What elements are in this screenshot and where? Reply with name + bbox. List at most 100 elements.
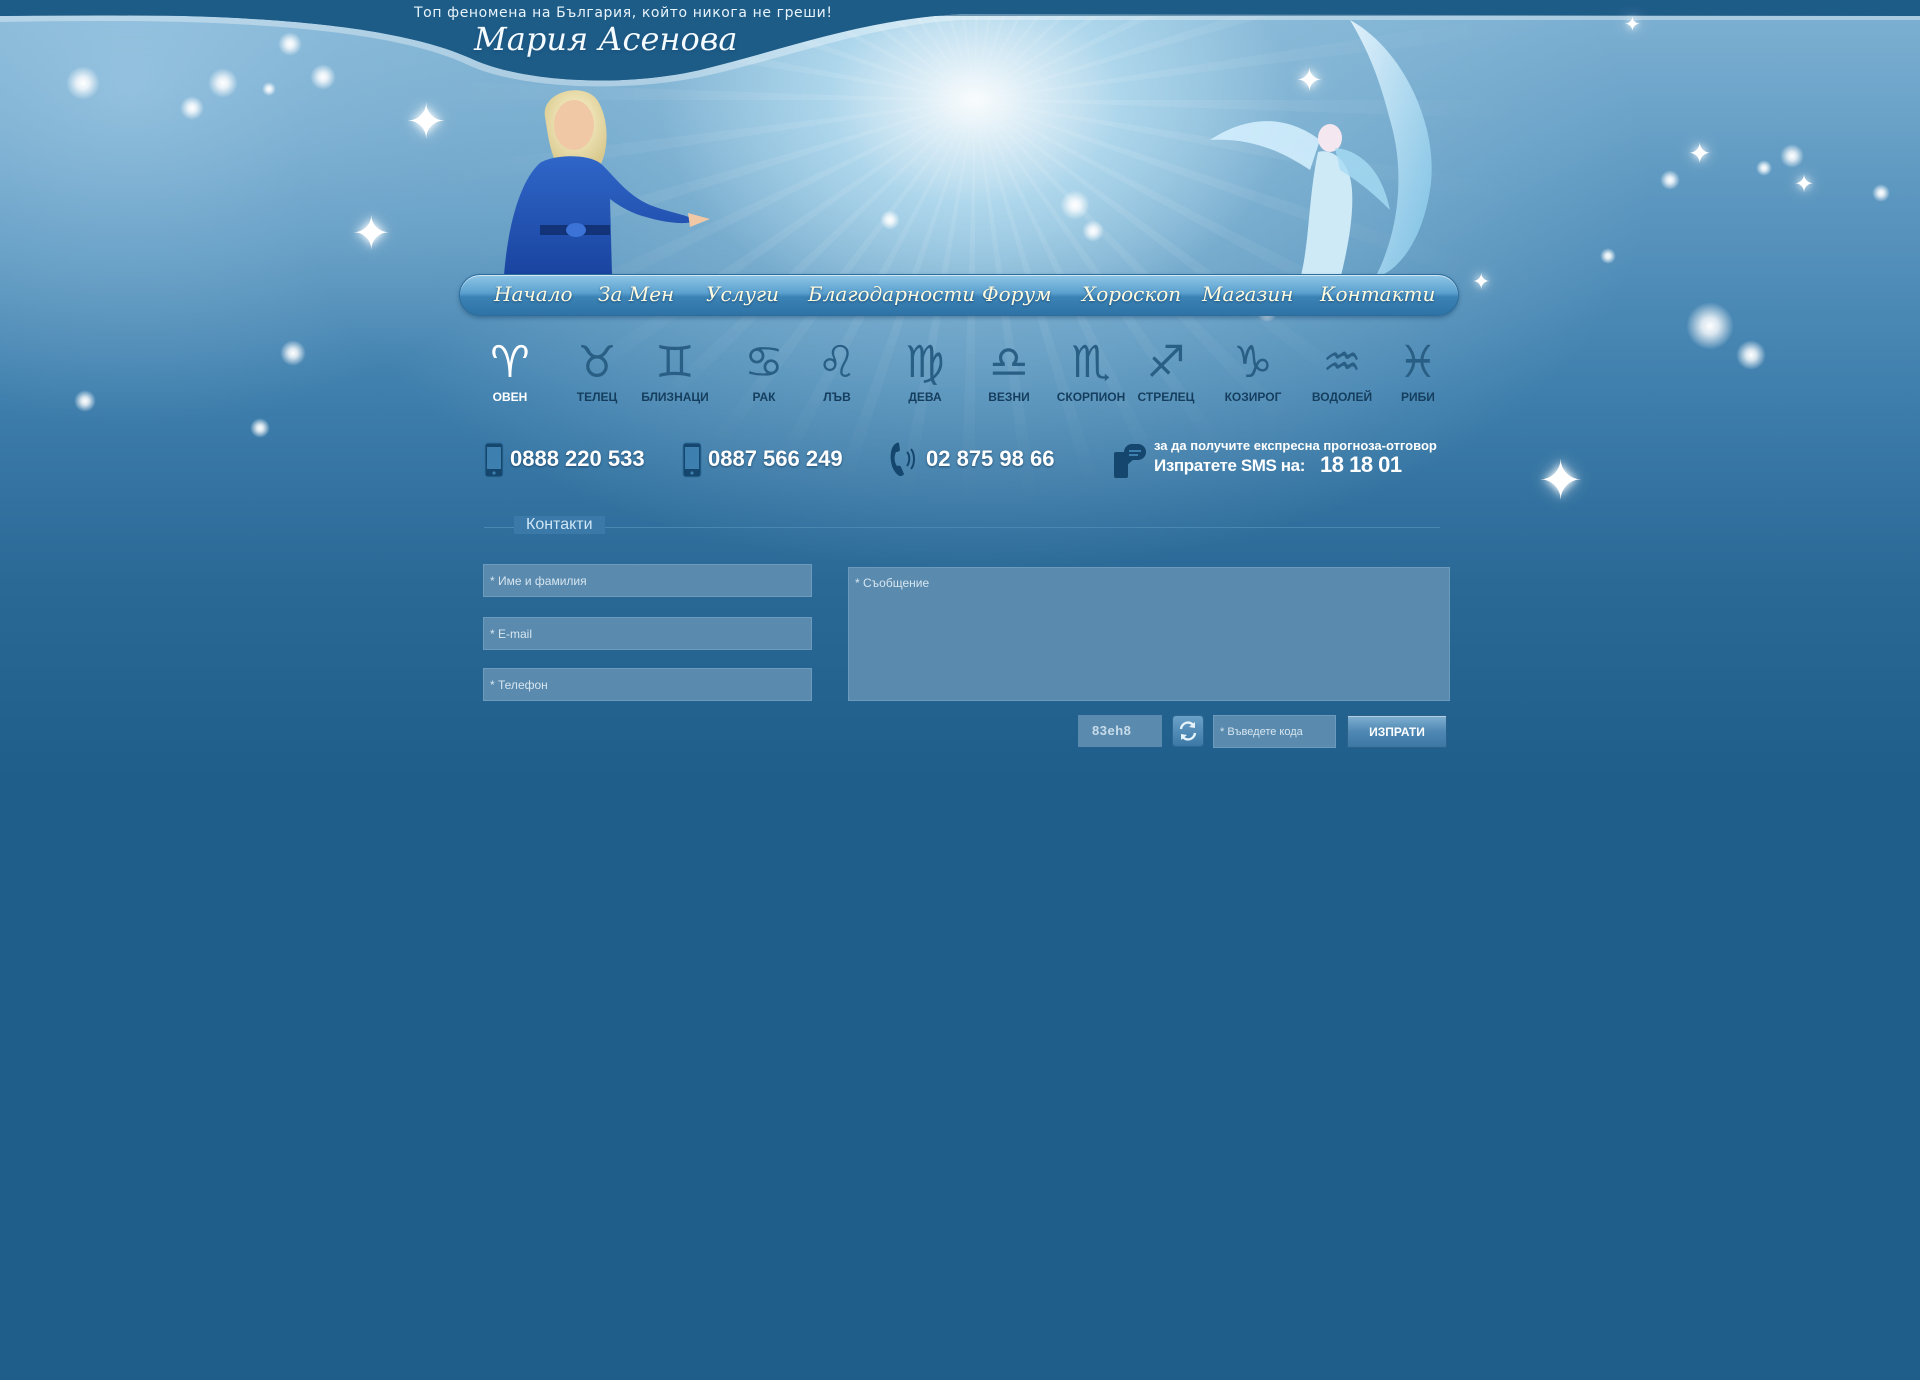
landline-phone-icon	[890, 442, 915, 477]
star-decoration	[1082, 220, 1104, 242]
zodiac-label: РИБИ	[1401, 390, 1435, 404]
sms-instruction: Изпратете SMS на:	[1154, 456, 1305, 475]
message-textarea[interactable]	[848, 567, 1450, 701]
section-divider	[484, 527, 1440, 528]
astrologer-portrait	[504, 90, 710, 275]
sms-number: 18 18 01	[1320, 452, 1402, 477]
phone-number: 0887 566 249	[708, 446, 843, 471]
phone-landline[interactable]: 02 875 98 66	[888, 442, 1058, 478]
sagittarius-icon: ♐︎	[1146, 337, 1186, 388]
phone-mobile-2[interactable]: 0887 566 249	[682, 442, 852, 478]
site-tagline: Топ феномена на България, който никога н…	[414, 5, 833, 21]
phone-number: 02 875 98 66	[926, 446, 1055, 471]
leo-icon: ♌︎	[817, 337, 857, 388]
site-logo[interactable]: Мария Асенова	[474, 20, 737, 58]
star-decoration	[1756, 160, 1772, 176]
name-input[interactable]	[483, 564, 812, 597]
nav-item-about[interactable]: За Мен	[598, 282, 674, 306]
phone-mobile-1[interactable]: 0888 220 533	[484, 442, 654, 478]
main-navigation: Начало За Мен Услуги Благодарности Форум…	[459, 274, 1459, 316]
zodiac-virgo[interactable]: ♍︎ ДЕВА	[885, 336, 965, 404]
pisces-icon: ♓︎	[1398, 337, 1438, 388]
zodiac-taurus[interactable]: ♉︎ ТЕЛЕЦ	[557, 336, 637, 404]
star-decoration	[880, 210, 900, 230]
zodiac-capricorn[interactable]: ♑︎ КОЗИРОГ	[1213, 336, 1293, 404]
sparkle-decoration: ✦	[352, 206, 391, 260]
zodiac-label: СКОРПИОН	[1056, 390, 1126, 404]
nav-item-horoscope[interactable]: Хороскоп	[1082, 282, 1181, 306]
submit-button[interactable]: ИЗПРАТИ	[1347, 715, 1447, 748]
zodiac-label: КОЗИРОГ	[1224, 390, 1282, 404]
nav-item-contacts[interactable]: Контакти	[1320, 282, 1435, 306]
zodiac-pisces[interactable]: ♓︎ РИБИ	[1378, 336, 1458, 404]
star-decoration	[180, 96, 204, 120]
cancer-icon: ♋︎	[744, 337, 784, 388]
captcha-code-input[interactable]	[1213, 715, 1336, 748]
zodiac-label: ОВЕН	[492, 390, 528, 404]
scorpio-icon: ♏︎	[1071, 337, 1111, 388]
sms-chat-icon	[1114, 444, 1146, 478]
star-decoration	[1660, 170, 1680, 190]
phone-number: 0888 220 533	[510, 446, 645, 471]
zodiac-label: ВОДОЛЕЙ	[1311, 390, 1373, 404]
email-input[interactable]	[483, 617, 812, 650]
zodiac-label: ДЕВА	[908, 390, 942, 404]
sms-description: за да получите експресна прогноза-отгово…	[1154, 438, 1437, 453]
nav-item-thanks[interactable]: Благодарности	[808, 282, 975, 306]
capricorn-icon: ♑︎	[1233, 337, 1273, 388]
taurus-icon: ♉︎	[577, 337, 617, 388]
star-decoration	[278, 32, 302, 56]
nav-item-services[interactable]: Услуги	[706, 282, 779, 306]
refresh-icon	[1179, 721, 1197, 741]
zodiac-aries[interactable]: ♈︎ ОВЕН	[470, 336, 550, 404]
zodiac-sagittarius[interactable]: ♐︎ СТРЕЛЕЦ	[1126, 336, 1206, 404]
zodiac-cancer[interactable]: ♋︎ РАК	[724, 336, 804, 404]
captcha-image: 83eh8	[1078, 715, 1162, 747]
star-decoration	[1780, 144, 1804, 168]
aquarius-icon: ♒︎	[1322, 337, 1362, 388]
aries-icon: ♈︎	[490, 337, 530, 388]
zodiac-leo[interactable]: ♌︎ ЛЪВ	[797, 336, 877, 404]
sparkle-decoration: ✦	[1794, 170, 1815, 198]
zodiac-gemini[interactable]: ♊︎ БЛИЗНАЦИ	[635, 336, 715, 404]
star-decoration	[1600, 248, 1616, 264]
mobile-phone-icon	[484, 442, 504, 478]
zodiac-label: ЛЪВ	[823, 390, 851, 404]
sms-promo[interactable]: за да получите експресна прогноза-отгово…	[1112, 436, 1452, 486]
angel-illustration	[1210, 20, 1432, 280]
star-decoration	[208, 68, 238, 98]
mobile-phone-icon	[682, 442, 702, 478]
star-decoration	[250, 418, 270, 438]
gemini-icon: ♊︎	[655, 337, 695, 388]
zodiac-label: ТЕЛЕЦ	[576, 390, 618, 404]
zodiac-aquarius[interactable]: ♒︎ ВОДОЛЕЙ	[1302, 336, 1382, 404]
star-decoration	[1686, 302, 1734, 350]
star-decoration	[1872, 184, 1890, 202]
section-title: Контакти	[514, 516, 605, 534]
star-decoration	[280, 340, 306, 366]
zodiac-scorpio[interactable]: ♏︎ СКОРПИОН	[1051, 336, 1131, 404]
star-decoration	[74, 390, 96, 412]
star-decoration	[1736, 340, 1766, 370]
captcha-refresh-button[interactable]	[1172, 715, 1204, 747]
nav-item-shop[interactable]: Магазин	[1202, 282, 1293, 306]
sparkle-decoration: ✦	[1538, 449, 1584, 512]
star-decoration	[1060, 190, 1090, 220]
star-decoration	[66, 66, 100, 100]
zodiac-libra[interactable]: ♎︎ ВЕЗНИ	[969, 336, 1049, 404]
star-decoration	[262, 82, 276, 96]
star-decoration	[310, 64, 336, 90]
virgo-icon: ♍︎	[905, 337, 945, 388]
zodiac-label: СТРЕЛЕЦ	[1137, 390, 1195, 404]
libra-icon: ♎︎	[989, 337, 1029, 388]
zodiac-label: РАК	[752, 390, 776, 404]
phone-input[interactable]	[483, 668, 812, 701]
sparkle-decoration: ✦	[1688, 137, 1712, 170]
sparkle-decoration: ✦	[406, 94, 447, 150]
zodiac-label: ВЕЗНИ	[988, 390, 1030, 404]
zodiac-label: БЛИЗНАЦИ	[641, 390, 709, 404]
nav-item-home[interactable]: Начало	[494, 282, 573, 306]
sparkle-decoration: ✦	[1472, 270, 1491, 295]
sparkle-decoration: ✦	[1624, 12, 1641, 36]
nav-item-forum[interactable]: Форум	[982, 282, 1052, 306]
